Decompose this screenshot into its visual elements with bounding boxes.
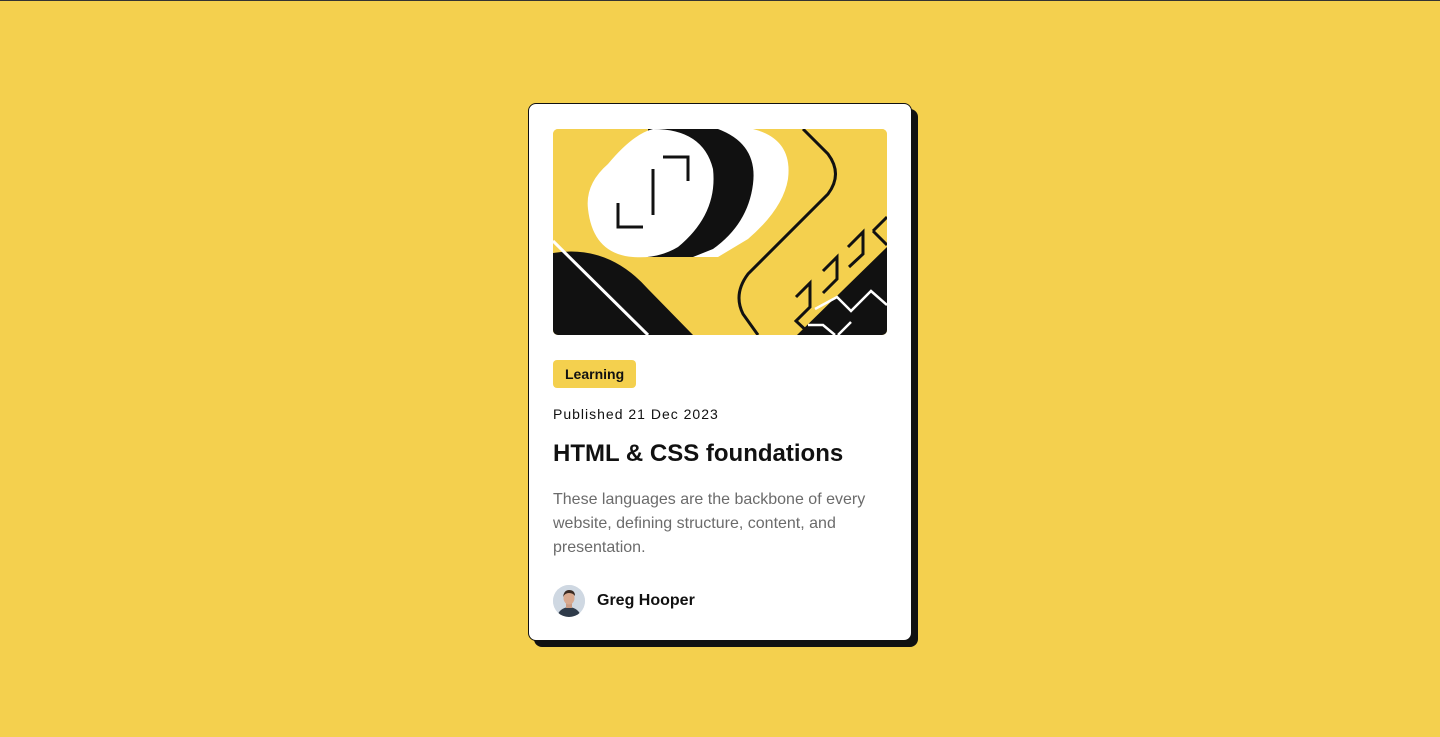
- author: Greg Hooper: [553, 585, 887, 617]
- author-name: Greg Hooper: [597, 592, 695, 609]
- category-tag: Learning: [553, 360, 637, 388]
- hero-illustration: [553, 129, 887, 335]
- card-title[interactable]: HTML & CSS foundations: [553, 440, 887, 468]
- avatar: [553, 585, 585, 617]
- published-date: Published 21 Dec 2023: [553, 406, 719, 422]
- blog-preview-card: Learning Published 21 Dec 2023 HTML & CS…: [528, 103, 912, 641]
- page: Learning Published 21 Dec 2023 HTML & CS…: [0, 0, 1440, 737]
- card-description: These languages are the backbone of ever…: [553, 491, 866, 556]
